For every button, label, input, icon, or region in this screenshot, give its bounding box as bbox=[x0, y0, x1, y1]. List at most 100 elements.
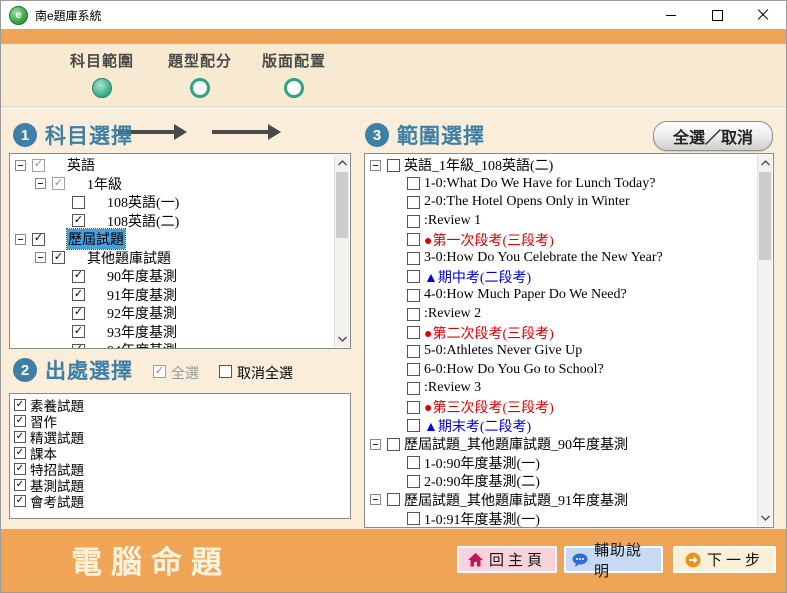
tree-item[interactable]: :Review 3 bbox=[365, 379, 758, 398]
tree-item[interactable]: 1年級 bbox=[10, 175, 335, 194]
scrollbar-down-icon[interactable] bbox=[335, 331, 349, 347]
checkbox[interactable] bbox=[407, 308, 420, 321]
tree-item-label[interactable]: :Review 3 bbox=[424, 380, 481, 396]
tree-item-label[interactable]: 3-0:How Do You Celebrate the New Year? bbox=[424, 250, 663, 266]
step-circle-icon[interactable] bbox=[284, 78, 304, 98]
checkbox[interactable] bbox=[407, 233, 420, 246]
tree-item[interactable]: 歷屆試題_其他題庫試題_90年度基測 bbox=[365, 435, 758, 454]
tree-item[interactable]: 1-0:91年度基測(一) bbox=[365, 509, 758, 527]
tree-item[interactable]: 4-0:How Much Paper Do We Need? bbox=[365, 286, 758, 305]
tree-item[interactable]: 108英語(二) bbox=[10, 212, 335, 231]
tree-item[interactable]: ●第一次段考(三段考) bbox=[365, 230, 758, 249]
scrollbar-thumb[interactable] bbox=[759, 172, 771, 260]
tree-item-label[interactable]: 90年度基測 bbox=[107, 266, 177, 286]
checkbox[interactable] bbox=[14, 399, 26, 411]
tree-item[interactable]: :Review 2 bbox=[365, 305, 758, 324]
checkbox[interactable] bbox=[407, 475, 420, 488]
maximize-button[interactable] bbox=[694, 1, 740, 29]
checkbox[interactable] bbox=[387, 159, 400, 172]
tree-item-label[interactable]: 歷屆試題_其他題庫試題_90年度基測 bbox=[404, 434, 628, 454]
tree-item[interactable]: ●第三次段考(三段考) bbox=[365, 398, 758, 417]
tree-item-label[interactable]: 1-0:91年度基測(一) bbox=[424, 509, 540, 527]
checkbox[interactable] bbox=[387, 438, 400, 451]
tree-item-label[interactable]: 其他題庫試題 bbox=[87, 248, 171, 268]
checkbox[interactable] bbox=[407, 401, 420, 414]
expand-minus-icon[interactable] bbox=[15, 160, 26, 171]
step-circle-active-icon[interactable] bbox=[92, 78, 112, 98]
tree-item[interactable]: ▲期末考(二段考) bbox=[365, 416, 758, 435]
tree-item-label[interactable]: :Review 1 bbox=[424, 213, 481, 229]
checkbox[interactable] bbox=[14, 479, 26, 491]
checkbox[interactable] bbox=[407, 456, 420, 469]
tree-item[interactable]: 1-0:What Do We Have for Lunch Today? bbox=[365, 175, 758, 194]
tree-item-label[interactable]: ▲期中考(二段考) bbox=[424, 267, 531, 287]
checkbox[interactable] bbox=[14, 415, 26, 427]
expand-minus-icon[interactable] bbox=[370, 494, 381, 505]
tree-item-label[interactable]: 2-0:90年度基測(二) bbox=[424, 471, 540, 491]
scrollbar[interactable] bbox=[334, 155, 349, 347]
tree-item-label[interactable]: 108英語(一) bbox=[107, 192, 179, 212]
tree-item[interactable]: 94年度基測 bbox=[10, 341, 335, 348]
checkbox[interactable] bbox=[407, 363, 420, 376]
expand-minus-icon[interactable] bbox=[35, 178, 46, 189]
tree-item[interactable]: 93年度基測 bbox=[10, 323, 335, 342]
checkbox[interactable] bbox=[72, 325, 85, 338]
tree-item[interactable]: 其他題庫試題 bbox=[10, 249, 335, 268]
tree-item[interactable]: 2-0:90年度基測(二) bbox=[365, 472, 758, 491]
home-button[interactable]: 回主頁 bbox=[457, 546, 557, 573]
checkbox[interactable] bbox=[407, 326, 420, 339]
checkbox[interactable] bbox=[72, 196, 85, 209]
checkbox[interactable] bbox=[72, 307, 85, 320]
select-all-checkbox[interactable] bbox=[153, 365, 166, 378]
checkbox[interactable] bbox=[407, 252, 420, 265]
tree-item[interactable]: 5-0:Athletes Never Give Up bbox=[365, 342, 758, 361]
checkbox[interactable] bbox=[14, 495, 26, 507]
tree-item-label[interactable]: 1-0:90年度基測(一) bbox=[424, 453, 540, 473]
checkbox[interactable] bbox=[72, 288, 85, 301]
source-list-item[interactable]: 精選試題 bbox=[14, 429, 350, 445]
checkbox[interactable] bbox=[407, 289, 420, 302]
tree-item-label[interactable]: ●第二次段考(三段考) bbox=[424, 323, 554, 343]
tree-item[interactable]: 3-0:How Do You Celebrate the New Year? bbox=[365, 249, 758, 268]
expand-minus-icon[interactable] bbox=[15, 234, 26, 245]
scrollbar[interactable] bbox=[757, 155, 772, 526]
checkbox[interactable] bbox=[72, 344, 85, 348]
expand-minus-icon[interactable] bbox=[35, 252, 46, 263]
tree-item-label[interactable]: 1-0:What Do We Have for Lunch Today? bbox=[424, 176, 655, 192]
scrollbar-up-icon[interactable] bbox=[758, 155, 772, 171]
scrollbar-thumb[interactable] bbox=[336, 172, 348, 238]
tree-item-label[interactable]: 91年度基測 bbox=[107, 285, 177, 305]
tree-item-label[interactable]: ●第三次段考(三段考) bbox=[424, 397, 554, 417]
tree-item[interactable]: ●第二次段考(三段考) bbox=[365, 323, 758, 342]
checkbox[interactable] bbox=[72, 270, 85, 283]
scrollbar-down-icon[interactable] bbox=[758, 510, 772, 526]
checkbox[interactable] bbox=[14, 447, 26, 459]
minimize-button[interactable] bbox=[648, 1, 694, 29]
close-button[interactable] bbox=[740, 1, 786, 29]
step-circle-icon[interactable] bbox=[190, 78, 210, 98]
checkbox[interactable] bbox=[32, 233, 45, 246]
help-button[interactable]: 輔助說明 bbox=[564, 546, 663, 573]
tree-item-label[interactable]: 108英語(二) bbox=[107, 211, 179, 231]
tree-item[interactable]: 英語_1年級_108英語(二) bbox=[365, 156, 758, 175]
tree-item-label[interactable]: 93年度基測 bbox=[107, 322, 177, 342]
tree-item[interactable]: 90年度基測 bbox=[10, 267, 335, 286]
tree-item[interactable]: :Review 1 bbox=[365, 212, 758, 231]
checkbox[interactable] bbox=[32, 159, 45, 172]
tree-item[interactable]: 1-0:90年度基測(一) bbox=[365, 454, 758, 473]
checkbox[interactable] bbox=[52, 177, 65, 190]
tree-item-label[interactable]: :Review 2 bbox=[424, 306, 481, 322]
tree-item-label[interactable]: 94年度基測 bbox=[107, 340, 177, 348]
tree-item[interactable]: 歷屆試題_其他題庫試題_91年度基測 bbox=[365, 491, 758, 510]
tree-item-label[interactable]: 英語 bbox=[67, 155, 95, 175]
next-step-button[interactable]: 下一步 bbox=[673, 546, 776, 573]
tree-item-label[interactable]: 6-0:How Do You Go to School? bbox=[424, 362, 604, 378]
tree-item-label[interactable]: 歷屆試題 bbox=[67, 229, 125, 249]
tree-item[interactable]: 91年度基測 bbox=[10, 286, 335, 305]
checkbox[interactable] bbox=[407, 512, 420, 525]
tree-item[interactable]: 歷屆試題 bbox=[10, 230, 335, 249]
checkbox[interactable] bbox=[14, 431, 26, 443]
tree-item-label[interactable]: 1年級 bbox=[87, 174, 122, 194]
checkbox[interactable] bbox=[387, 493, 400, 506]
tree-item-label[interactable]: 5-0:Athletes Never Give Up bbox=[424, 343, 582, 359]
